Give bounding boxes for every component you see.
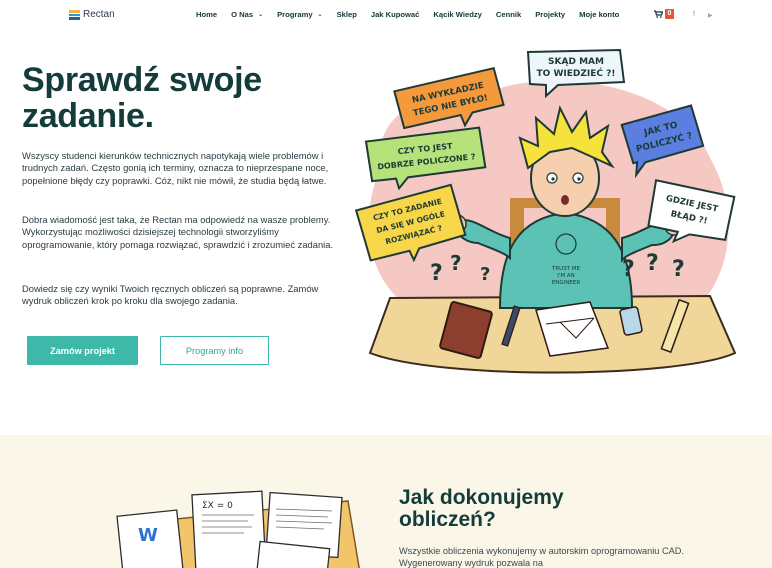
- calculations-section: W ΣX = 0 Jak dokonujemy obliczeń? Wszyst…: [0, 435, 772, 568]
- programs-info-button[interactable]: Programy info: [160, 336, 269, 365]
- hero-paragraph-3: Dowiedz się czy wyniki Twoich ręcznych o…: [22, 283, 319, 307]
- nav-item-o-nas[interactable]: O Nas ⌄: [231, 10, 263, 19]
- facebook-icon[interactable]: f: [693, 11, 695, 18]
- svg-text:ΣX = 0: ΣX = 0: [202, 501, 233, 511]
- nav-item-moje-konto[interactable]: Moje konto: [579, 10, 619, 19]
- nav-item-label: Projekty: [535, 10, 566, 19]
- cart-count-badge: 0: [665, 9, 674, 19]
- nav-item-sklep[interactable]: Sklep: [337, 10, 357, 19]
- nav-item-cennik[interactable]: Cennik: [496, 10, 521, 19]
- logo-icon: [69, 9, 80, 20]
- svg-text:?: ?: [480, 264, 490, 285]
- hero-paragraph-2: Dobra wiadomość jest taka, że Rectan ma …: [22, 214, 334, 250]
- bubble-1-line1: SKĄD MAM: [548, 57, 604, 67]
- nav-item-label: Cennik: [495, 10, 522, 19]
- shirt-text-line1: TRUST ME: [551, 266, 581, 272]
- logo[interactable]: Rectan: [69, 9, 115, 20]
- nav-item-jak-kupować[interactable]: Jak Kupować: [371, 10, 420, 19]
- chevron-down-icon: ⌄: [258, 12, 264, 18]
- svg-text:?: ?: [646, 251, 659, 276]
- section-title: Jak dokonujemy obliczeń?: [399, 486, 564, 531]
- nav-item-label: O Nas: [231, 10, 254, 19]
- main-nav: Home O Nas ⌄ Programy ⌄ Sklep Jak Kupować Kącik…: [196, 10, 633, 19]
- nav-item-label: Sklep: [336, 10, 357, 19]
- order-project-button[interactable]: Zamów projekt: [27, 336, 138, 365]
- nav-item-home[interactable]: Home: [196, 10, 217, 19]
- site-header: Rectan Home O Nas ⌄ Programy ⌄ Sklep Jak Kupow…: [0, 0, 772, 32]
- nav-item-label: Home: [196, 10, 218, 19]
- svg-text:?: ?: [430, 261, 443, 286]
- cart-button[interactable]: 0: [654, 9, 674, 19]
- nav-item-kącik-wiedzy[interactable]: Kącik Wiedzy: [433, 10, 481, 19]
- shirt-text-line2: I'M AN: [557, 273, 575, 279]
- hero-paragraph-1: Wszyscy studenci kierunków technicznych …: [22, 150, 329, 186]
- nav-item-projekty[interactable]: Projekty: [535, 10, 565, 19]
- nav-item-label: Moje konto: [579, 10, 620, 19]
- documents-illustration: W ΣX = 0: [116, 490, 360, 568]
- svg-text:W: W: [138, 525, 158, 546]
- cart-icon: [654, 10, 663, 18]
- hero-title: Sprawdź swoje zadanie.: [22, 61, 262, 135]
- nav-item-label: Programy: [277, 10, 313, 19]
- svg-text:?: ?: [450, 251, 462, 275]
- section-paragraph: Wszystkie obliczenia wykonujemy w autors…: [399, 546, 684, 568]
- youtube-icon[interactable]: ▶: [708, 12, 713, 19]
- shirt-text-line3: ENGINEER: [552, 280, 581, 286]
- bubble-1-line2: TO WIEDZIEĆ ?!: [537, 67, 616, 79]
- nav-item-label: Jak Kupować: [370, 10, 420, 19]
- hero-illustration: TRUST ME I'M AN ENGINEER ? ? ? ? ? ? SKĄ…: [354, 48, 737, 374]
- nav-item-label: Kącik Wiedzy: [433, 10, 482, 19]
- chevron-down-icon: ⌄: [317, 12, 323, 18]
- logo-text: Rectan: [83, 9, 115, 20]
- nav-item-programy[interactable]: Programy ⌄: [277, 10, 322, 19]
- svg-text:?: ?: [672, 257, 685, 282]
- svg-text:?: ?: [622, 257, 635, 282]
